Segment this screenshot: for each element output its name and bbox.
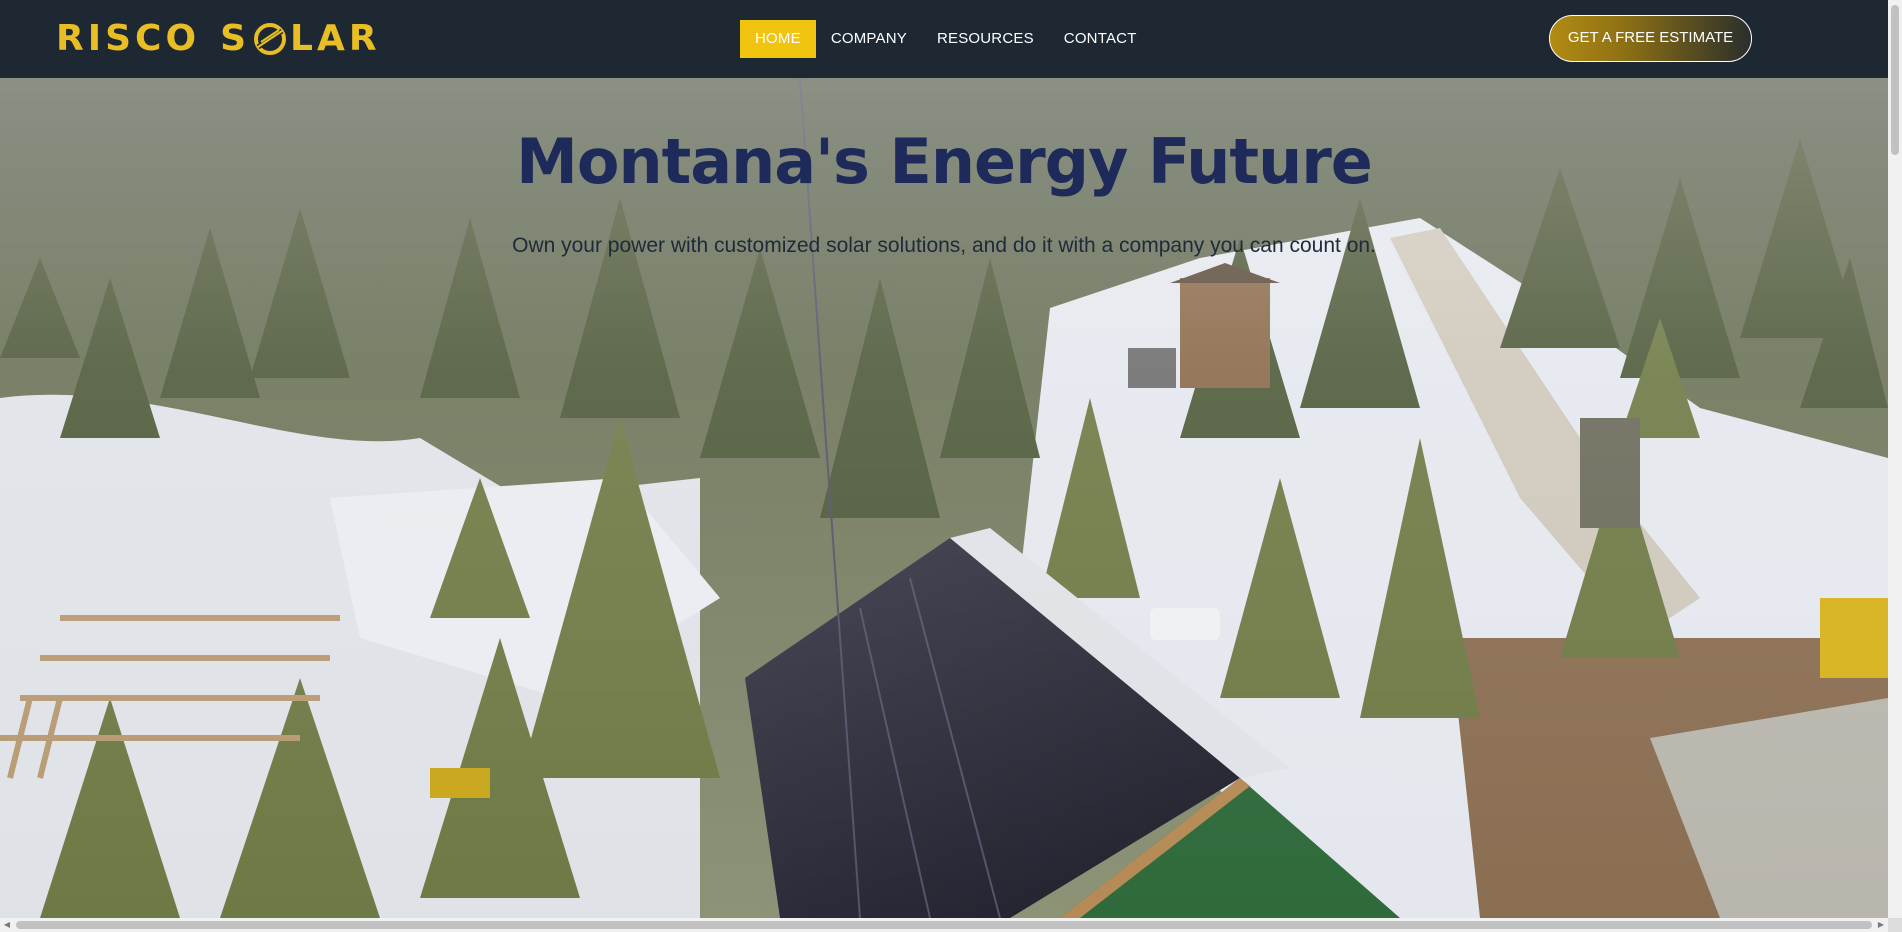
horizontal-scrollbar[interactable]: ◀ ▶ <box>0 918 1888 932</box>
logo-letter-s: S <box>220 18 251 59</box>
nav-item-resources[interactable]: RESOURCES <box>922 20 1049 58</box>
hero-background-image <box>0 78 1888 918</box>
sun-icon <box>254 23 287 55</box>
logo[interactable]: RISCO S LAR <box>56 20 381 58</box>
hero-title: Montana's Energy Future <box>516 125 1373 198</box>
chevron-left-icon[interactable]: ◀ <box>0 918 14 932</box>
nav-item-contact[interactable]: CONTACT <box>1049 20 1152 58</box>
nav-item-home[interactable]: HOME <box>740 20 816 58</box>
page: RISCO S LAR HOME COMPANY RESOURCES CONTA… <box>0 0 1902 932</box>
vertical-scrollbar-thumb[interactable] <box>1891 5 1899 155</box>
hero-section: Montana's Energy Future Own your power w… <box>0 78 1888 918</box>
chevron-right-icon[interactable]: ▶ <box>1874 918 1888 932</box>
free-estimate-button[interactable]: GET A FREE ESTIMATE <box>1549 15 1752 62</box>
logo-word-risco: RISCO <box>56 18 201 59</box>
nav-item-company[interactable]: COMPANY <box>816 20 922 58</box>
main-nav: HOME COMPANY RESOURCES CONTACT <box>740 20 1152 58</box>
site-header: RISCO S LAR HOME COMPANY RESOURCES CONTA… <box>0 0 1888 78</box>
logo-letters-lar: LAR <box>290 18 381 59</box>
scrollbar-corner <box>1888 918 1902 932</box>
vertical-scrollbar[interactable] <box>1888 0 1902 918</box>
logo-word-solar: S LAR <box>220 20 380 58</box>
hero-subtitle: Own your power with customized solar sol… <box>512 234 1376 257</box>
horizontal-scrollbar-thumb[interactable] <box>16 921 1872 929</box>
